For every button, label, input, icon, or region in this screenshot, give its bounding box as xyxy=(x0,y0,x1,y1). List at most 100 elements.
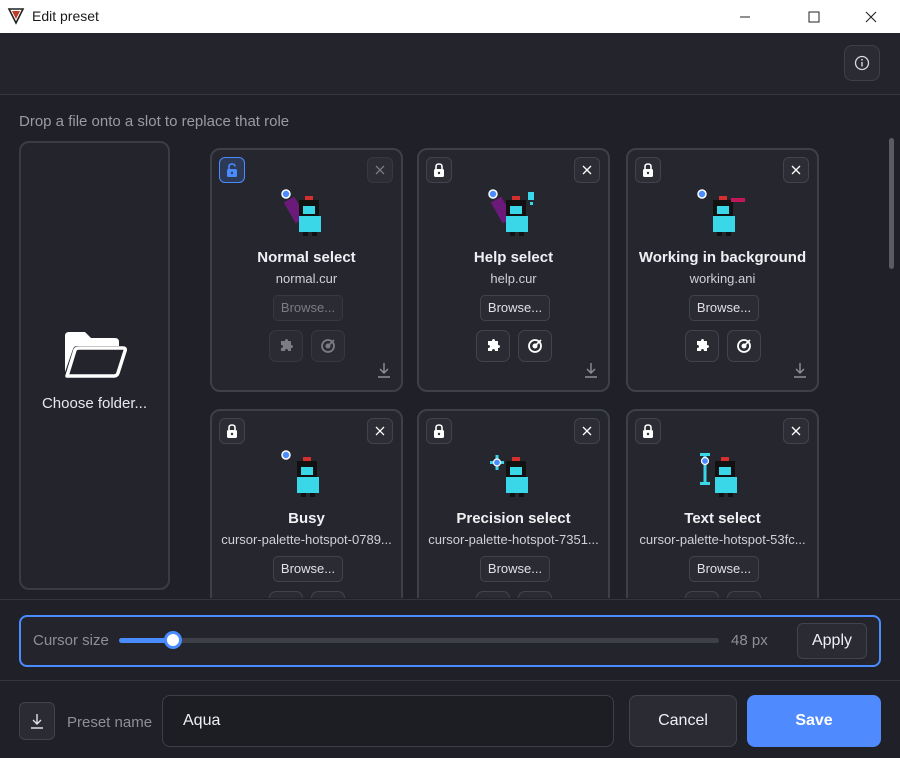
cursor-preview-text-beam xyxy=(700,453,737,497)
cursor-size-panel: Cursor size 48 px Apply xyxy=(19,615,881,667)
download-icon[interactable] xyxy=(584,362,598,378)
remove-button[interactable] xyxy=(783,157,809,183)
app-logo-icon xyxy=(7,8,25,25)
slot-normal-select[interactable]: Normal select normal.cur Browse... xyxy=(210,148,403,392)
puzzle-icon xyxy=(281,339,293,351)
slot-filename: help.cur xyxy=(490,271,537,286)
download-icon[interactable] xyxy=(793,362,807,378)
slot-title: Normal select xyxy=(257,249,356,266)
slot-help-select[interactable]: Help select help.cur Browse... xyxy=(417,148,610,392)
title-bar: Edit preset xyxy=(0,0,900,33)
target-button[interactable] xyxy=(311,330,345,362)
browse-button[interactable]: Browse... xyxy=(689,556,759,582)
lock-icon xyxy=(227,424,237,438)
folder-icon xyxy=(65,332,127,378)
slot-filename: cursor-palette-hotspot-53fc... xyxy=(639,532,806,547)
info-icon xyxy=(854,55,870,71)
cursor-preview-busy xyxy=(281,450,319,497)
slot-filename: cursor-palette-hotspot-7351... xyxy=(428,532,599,547)
close-window-button[interactable] xyxy=(848,0,894,33)
slot-title: Help select xyxy=(473,249,554,266)
minimize-button[interactable] xyxy=(722,0,768,33)
slot-busy[interactable]: Busy cursor-palette-hotspot-0789... Brow… xyxy=(210,409,403,598)
lock-button[interactable] xyxy=(426,418,452,444)
lock-button[interactable] xyxy=(635,418,661,444)
slot-filename: working.ani xyxy=(689,271,756,286)
browse-button[interactable]: Browse... xyxy=(273,556,343,582)
browse-button[interactable]: Browse... xyxy=(273,295,343,321)
window-title: Edit preset xyxy=(32,8,99,24)
lock-icon xyxy=(643,424,653,438)
cursor-slot-grid: Normal select normal.cur Browse... Help xyxy=(204,141,884,598)
lock-button[interactable] xyxy=(219,418,245,444)
close-icon xyxy=(582,426,592,436)
drop-hint: Drop a file onto a slot to replace that … xyxy=(19,113,290,130)
target-button[interactable] xyxy=(727,330,761,362)
slot-filename: cursor-palette-hotspot-0789... xyxy=(221,532,392,547)
target-button[interactable] xyxy=(311,591,345,598)
slider-thumb[interactable] xyxy=(164,631,182,649)
cancel-button[interactable]: Cancel xyxy=(629,695,737,747)
divider xyxy=(0,599,900,600)
download-icon[interactable] xyxy=(377,362,391,378)
target-button[interactable] xyxy=(727,591,761,598)
slot-working-in-background[interactable]: Working in background working.ani Browse… xyxy=(626,148,819,392)
browse-button[interactable]: Browse... xyxy=(480,556,550,582)
choose-folder-label: Choose folder... xyxy=(41,395,148,412)
export-button[interactable] xyxy=(19,702,55,740)
info-button[interactable] xyxy=(844,45,880,81)
unlock-icon xyxy=(227,163,237,177)
target-button[interactable] xyxy=(518,330,552,362)
browse-button[interactable]: Browse... xyxy=(480,295,550,321)
cursor-preview-arrow xyxy=(281,189,321,236)
lock-button[interactable] xyxy=(219,157,245,183)
hotspot-button[interactable] xyxy=(269,330,303,362)
lock-icon xyxy=(643,163,653,177)
slot-title: Precision select xyxy=(456,510,571,527)
puzzle-icon xyxy=(488,339,500,351)
puzzle-icon xyxy=(697,339,709,351)
maximize-icon xyxy=(808,11,820,22)
lock-button[interactable] xyxy=(635,157,661,183)
remove-button[interactable] xyxy=(367,157,393,183)
hotspot-button[interactable] xyxy=(476,330,510,362)
slot-title: Busy xyxy=(288,510,325,527)
hotspot-button[interactable] xyxy=(476,591,510,598)
cursor-size-slider[interactable] xyxy=(119,631,719,649)
slot-filename: normal.cur xyxy=(275,271,338,286)
slot-text-select[interactable]: Text select cursor-palette-hotspot-53fc.… xyxy=(626,409,819,598)
close-icon xyxy=(791,426,801,436)
remove-button[interactable] xyxy=(367,418,393,444)
download-icon xyxy=(31,714,43,729)
remove-button[interactable] xyxy=(783,418,809,444)
target-icon xyxy=(737,339,751,353)
scrollbar-thumb[interactable] xyxy=(889,138,894,269)
close-icon xyxy=(375,426,385,436)
preset-name-label: Preset name xyxy=(67,714,153,731)
browse-button[interactable]: Browse... xyxy=(689,295,759,321)
slot-title: Working in background xyxy=(638,249,807,266)
hotspot-button[interactable] xyxy=(685,330,719,362)
minimize-icon xyxy=(740,16,750,17)
close-icon xyxy=(791,165,801,175)
target-button[interactable] xyxy=(518,591,552,598)
preset-name-input[interactable] xyxy=(162,695,614,747)
cursor-preview-working xyxy=(697,189,745,236)
slot-title: Text select xyxy=(684,510,761,527)
apply-button[interactable]: Apply xyxy=(797,623,867,659)
save-button[interactable]: Save xyxy=(747,695,881,747)
cursor-size-label: Cursor size xyxy=(33,632,109,649)
lock-icon xyxy=(434,424,444,438)
hotspot-button[interactable] xyxy=(685,591,719,598)
close-icon xyxy=(865,11,877,22)
target-icon xyxy=(321,339,335,353)
remove-button[interactable] xyxy=(574,157,600,183)
maximize-button[interactable] xyxy=(791,0,837,33)
hotspot-button[interactable] xyxy=(269,591,303,598)
remove-button[interactable] xyxy=(574,418,600,444)
target-icon xyxy=(528,339,542,353)
lock-button[interactable] xyxy=(426,157,452,183)
slot-precision-select[interactable]: Precision select cursor-palette-hotspot-… xyxy=(417,409,610,598)
close-icon xyxy=(582,165,592,175)
choose-folder-card[interactable]: Choose folder... xyxy=(19,141,170,590)
